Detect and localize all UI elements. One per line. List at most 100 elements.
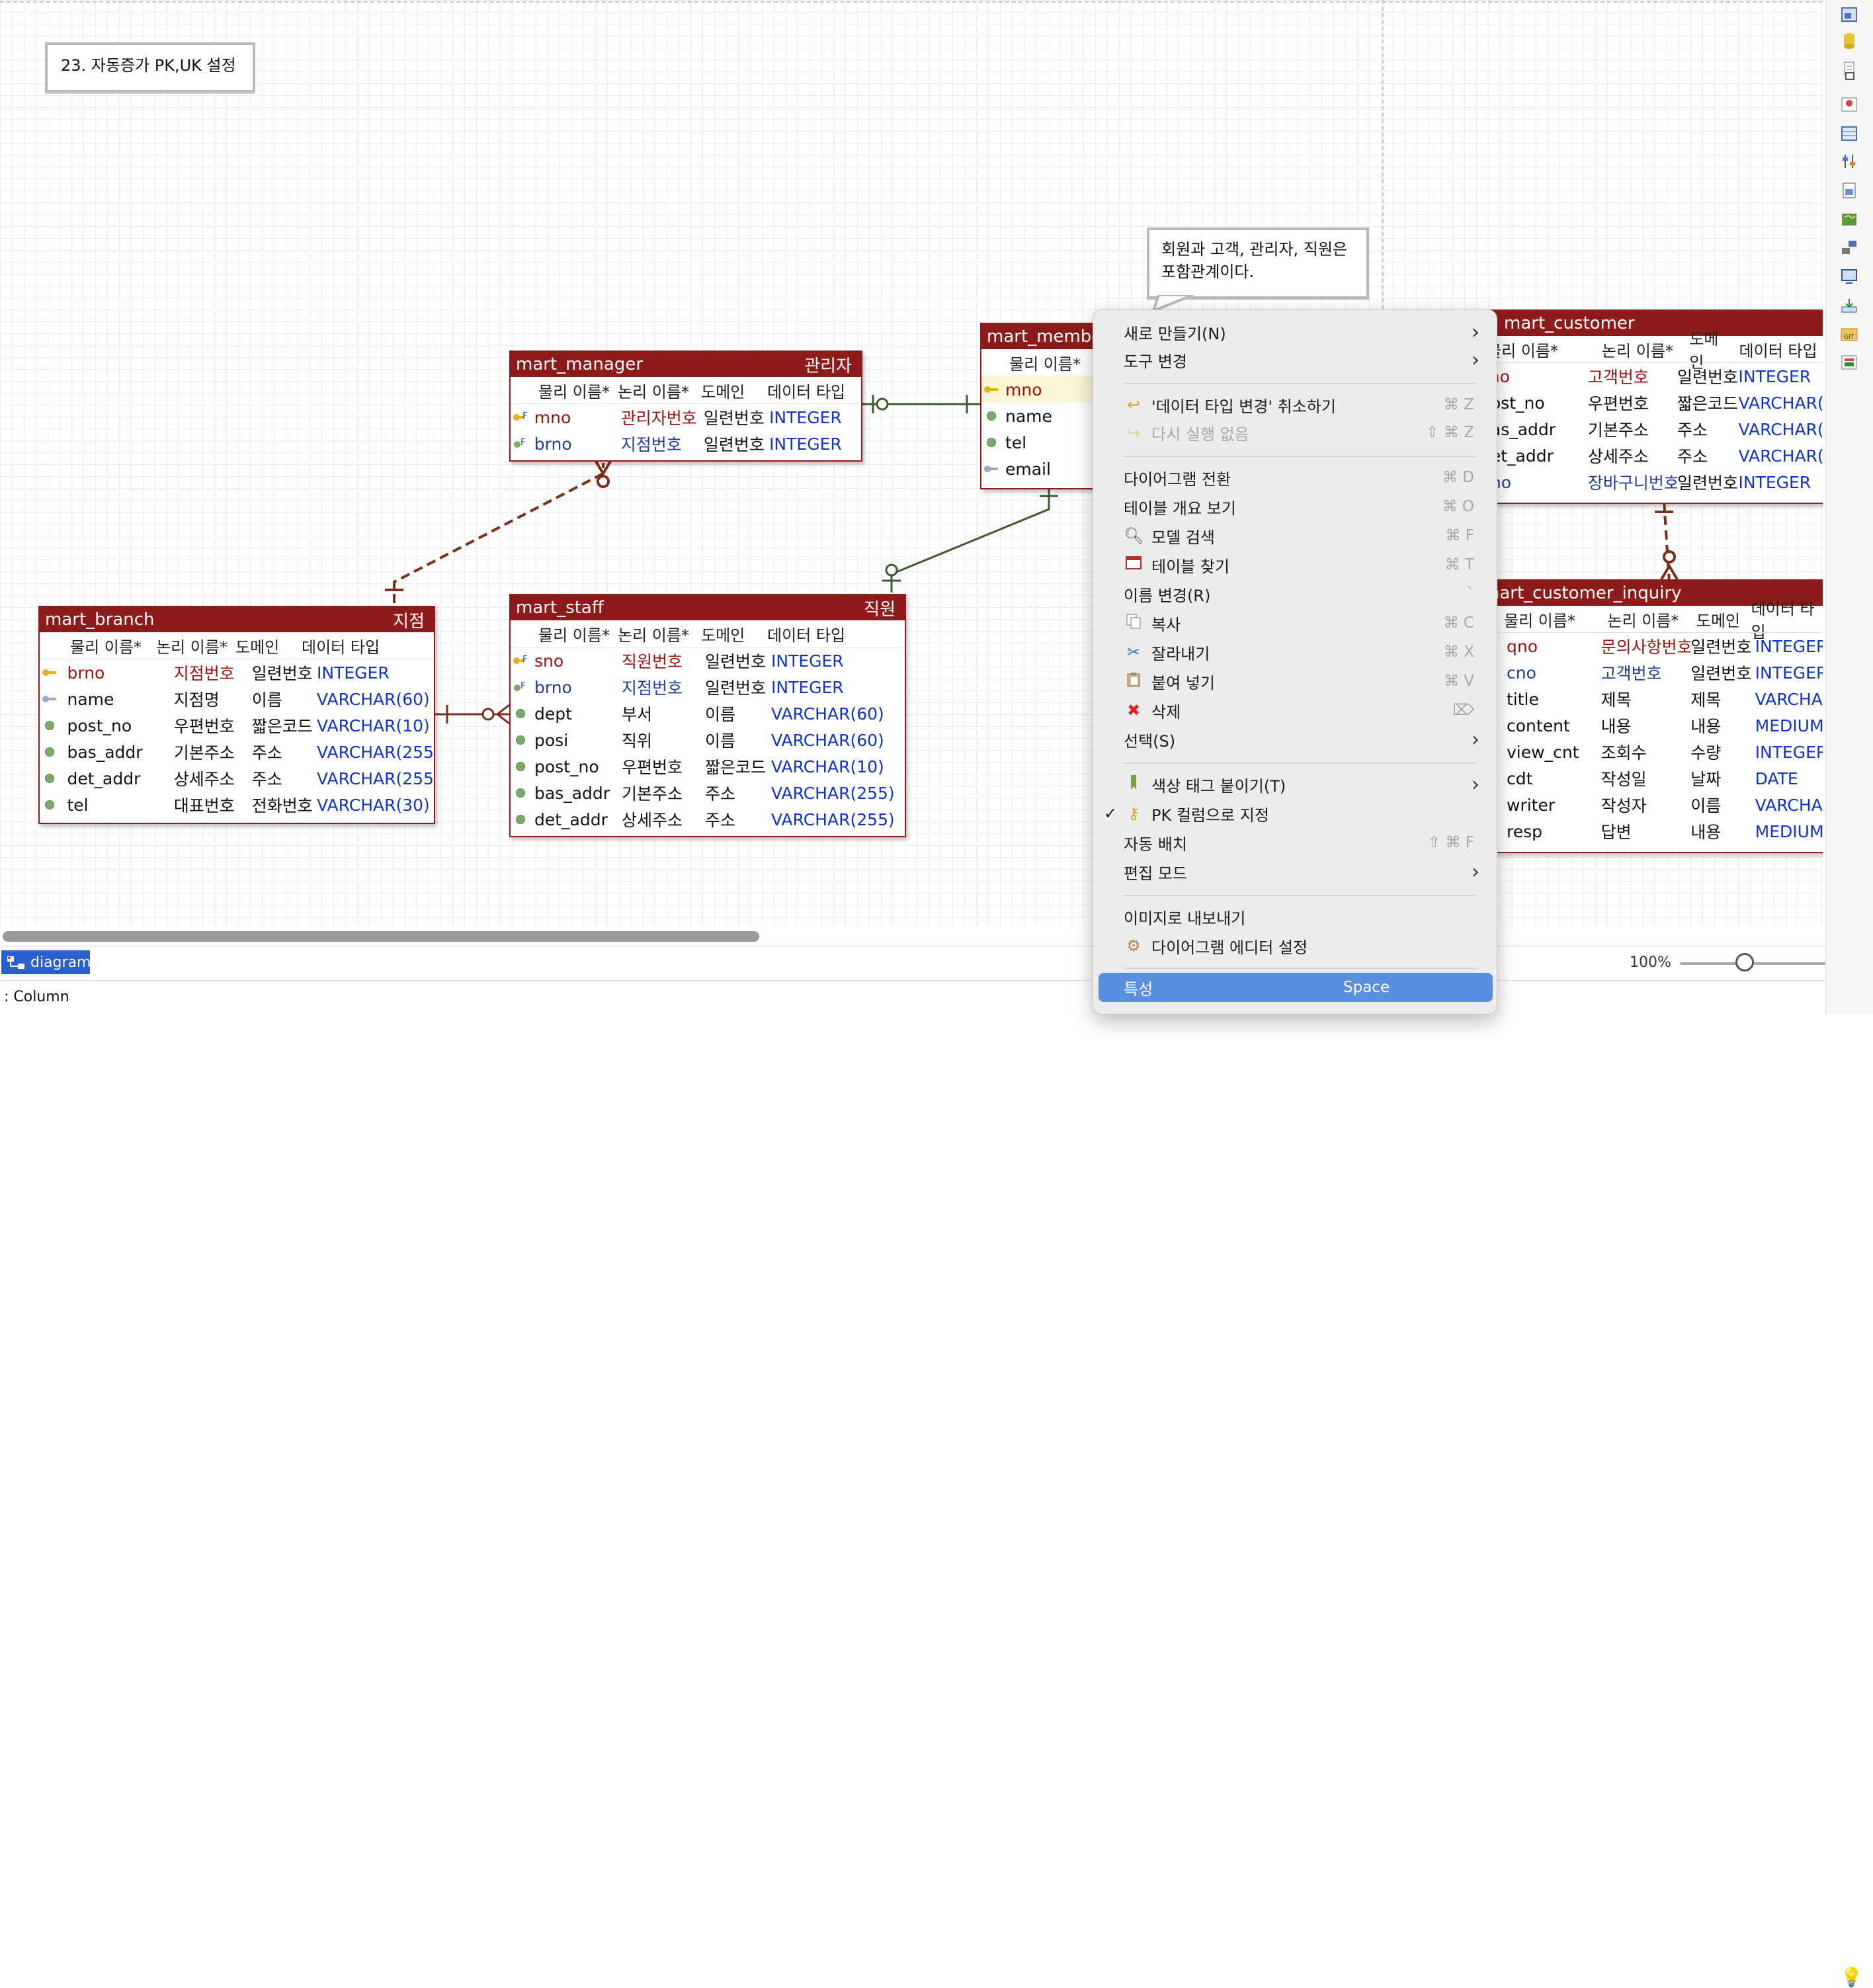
entity-mart-manager[interactable]: mart_manager 관리자 물리 이름* 논리 이름* 도메인 데이터 타… [509,351,862,462]
lightbulb-icon[interactable]: 💡 [1840,1966,1863,1988]
entity-header[interactable]: mart_customer [1454,311,1823,336]
column-row[interactable]: content 내용 내용 MEDIUMTEXT [1454,712,1823,739]
entity-mart-staff[interactable]: mart_staff 직원 물리 이름* 논리 이름* 도메인 데이터 타입 F… [509,594,906,837]
menu-item-delete[interactable]: ✖ 삭제 ⌦ [1093,696,1497,724]
column-row[interactable]: cno 고객번호 일련번호 INTEGER [1454,659,1823,686]
menu-item-cut[interactable]: ✂ 잘라내기 ⌘ X [1093,638,1497,666]
download-tray-icon[interactable] [1839,296,1859,315]
menu-item-auto-layout[interactable]: 자동 배치 ⇧ ⌘ F [1093,829,1497,856]
menu-item-switch-diagram[interactable]: 다이어그램 전환 ⌘ D [1093,464,1497,491]
map-icon[interactable] [1839,210,1859,229]
column-row[interactable]: F brno 지점번호 일련번호 INTEGER [511,674,905,700]
menu-item-change-tool[interactable]: 도구 변경 › [1093,346,1497,374]
menu-item-undo[interactable]: ↩ '데이터 타입 변경' 취소하기 ⌘ Z [1093,391,1497,419]
menu-item-export-image[interactable]: 이미지로 내보내기 [1093,903,1497,931]
tab-diagram-label: diagram [30,954,91,971]
settings-sliders-icon[interactable] [1839,152,1859,171]
column-row[interactable]: resp 답변 내용 MEDIUMTEXT [1454,818,1823,845]
column-row[interactable]: posi 직위 이름 VARCHAR(60) [511,727,905,753]
column-row[interactable]: cdt 작성일 날짜 DATE [1454,765,1823,792]
uk-key-icon [981,462,1001,476]
monitor-icon[interactable] [1839,267,1859,286]
column-row[interactable]: bas_addr 기본주소 주소 VARCHAR(255) [511,780,905,806]
horizontal-scrollbar[interactable] [3,931,759,942]
search-icon: 🔍︎ [1124,526,1144,545]
column-row[interactable]: post_no 우편번호 짧은코드 VARCHAR(10) [1454,390,1823,416]
column-row[interactable]: bas_addr 기본주소 주소 VARCHAR(255) [1454,416,1823,442]
entity-header[interactable]: mart_staff 직원 [511,595,905,620]
menu-item-select[interactable]: 선택(S) › [1093,725,1497,753]
col-header-domain: 도메인 [701,626,745,645]
column-row[interactable]: det_addr 상세주소 주소 VARCHAR(255) [511,806,905,833]
menu-item-color-tag[interactable]: 색상 태그 붙이기(T) › [1093,770,1497,798]
zoom-slider-thumb[interactable] [1735,953,1755,972]
col-header-logical: 논리 이름* [618,626,689,645]
git-folder-icon[interactable]: GIT [1839,324,1859,343]
status-text: : Column [4,989,69,1005]
column-row[interactable]: cno 고객번호 일련번호 INTEGER [1454,363,1823,390]
column-icon [511,762,530,771]
entity-header[interactable]: mart_branch 지점 [40,607,434,632]
menu-separator [1124,456,1477,457]
note-title-text: 23. 자동증가 PK,UK 설정 [61,56,236,75]
menu-item-copy[interactable]: 복사 ⌘ C [1093,609,1497,637]
user-card-icon[interactable] [1839,95,1859,114]
column-row[interactable]: bno 장바구니번호 일련번호 INTEGER [1454,469,1823,495]
svg-text:F: F [522,411,527,421]
column-row[interactable]: det_addr 상세주소 주소 VARCHAR(255) [1454,442,1823,469]
palette-icon[interactable] [1839,5,1859,24]
diagram-title-note[interactable]: 23. 자동증가 PK,UK 설정 [45,42,255,93]
export-icon[interactable] [1839,353,1859,372]
connection-icon[interactable] [1839,238,1859,257]
column-row[interactable]: name 지점명 이름 VARCHAR(60) [40,686,434,712]
col-header-type: 데이터 타입 [1739,341,1817,360]
column-icon [511,709,530,718]
menu-item-properties[interactable]: 특성 Space [1099,973,1493,1002]
entity-header[interactable]: mart_manager 관리자 [511,352,861,377]
column-row[interactable]: F sno 직원번호 일련번호 INTEGER [511,647,905,674]
window-icon[interactable] [1839,69,1859,87]
uk-key-icon [40,692,60,706]
column-row[interactable]: writer 작성자 이름 VARCHAR(60) [1454,792,1823,818]
column-row[interactable]: det_addr 상세주소 주소 VARCHAR(255) [40,765,434,792]
entity-name: mart_manager [516,354,644,374]
column-row[interactable]: dept 부서 이름 VARCHAR(60) [511,700,905,727]
gear-icon: ⚙ [1126,936,1141,955]
menu-separator [1124,763,1477,764]
menu-item-paste[interactable]: 붙여 넣기 ⌘ V [1093,667,1497,695]
document-image-icon[interactable] [1839,181,1859,200]
column-row[interactable]: brno 지점번호 일련번호 INTEGER [40,659,434,686]
menu-item-redo[interactable]: ↪ 다시 실행 없음 ⇧ ⌘ Z [1093,419,1497,446]
menu-item-find-table[interactable]: 테이블 찾기 ⌘ T [1093,551,1497,579]
column-row[interactable]: qno 문의사항번호 일련번호 INTEGER [1454,633,1823,659]
menu-item-editor-settings[interactable]: ⚙ 다이어그램 에디터 설정 [1093,932,1497,960]
entity-mart-branch[interactable]: mart_branch 지점 물리 이름* 논리 이름* 도메인 데이터 타입 … [38,606,435,824]
diagram-icon [7,956,24,969]
column-row[interactable]: post_no 우편번호 짧은코드 VARCHAR(10) [511,753,905,780]
zoom-slider-track[interactable] [1680,962,1831,965]
menu-item-rename[interactable]: 이름 변경(R) ` [1093,580,1497,608]
entity-mart-customer-inquiry[interactable]: mart_customer_inquiry 물리 이름* 논리 이름* 도메인 … [1452,579,1823,853]
column-row[interactable]: title 제목 제목 VARCHAR(100) [1454,686,1823,712]
table-icon[interactable] [1839,124,1859,143]
comment-note[interactable]: 회원과 고객, 관리자, 직원은 포함관계이다. [1147,228,1369,299]
entity-mart-customer[interactable]: mart_customer 물리 이름* 논리 이름* 도메인 데이터 타입 c… [1452,310,1823,504]
column-row[interactable]: bas_addr 기본주소 주소 VARCHAR(255) [40,739,434,765]
diagram-canvas[interactable]: 23. 자동증가 PK,UK 설정 회원과 고객, 관리자, 직원은 포함관계이… [0,0,1823,926]
column-row[interactable]: F brno 지점번호 일련번호 INTEGER [511,431,861,457]
column-row[interactable]: post_no 우편번호 짧은코드 VARCHAR(10) [40,712,434,739]
column-row[interactable]: view_cnt 조회수 수량 INTEGER [1454,739,1823,765]
tab-diagram[interactable]: diagram [1,950,91,974]
column-row[interactable]: F mno 관리자번호 일련번호 INTEGER [511,404,861,431]
menu-item-table-overview[interactable]: 테이블 개요 보기 ⌘ O [1093,493,1497,520]
redo-arrow-icon: ↪ [1126,423,1141,442]
menu-item-new[interactable]: 새로 만들기(N) › [1093,318,1497,346]
menu-item-set-pk[interactable]: ✓ ⚷ PK 컬럼으로 지정 [1093,800,1497,827]
col-header-domain: 도메인 [701,382,745,401]
col-header-logical: 논리 이름* [156,638,228,657]
menu-item-model-search[interactable]: 🔍︎ 모델 검색 ⌘ F [1093,522,1497,550]
database-icon[interactable] [1839,32,1859,50]
column-row[interactable]: tel 대표번호 전화번호 VARCHAR(30) [40,792,434,818]
scissors-icon: ✂ [1126,643,1141,661]
menu-item-edit-mode[interactable]: 편집 모드 › [1093,858,1497,886]
